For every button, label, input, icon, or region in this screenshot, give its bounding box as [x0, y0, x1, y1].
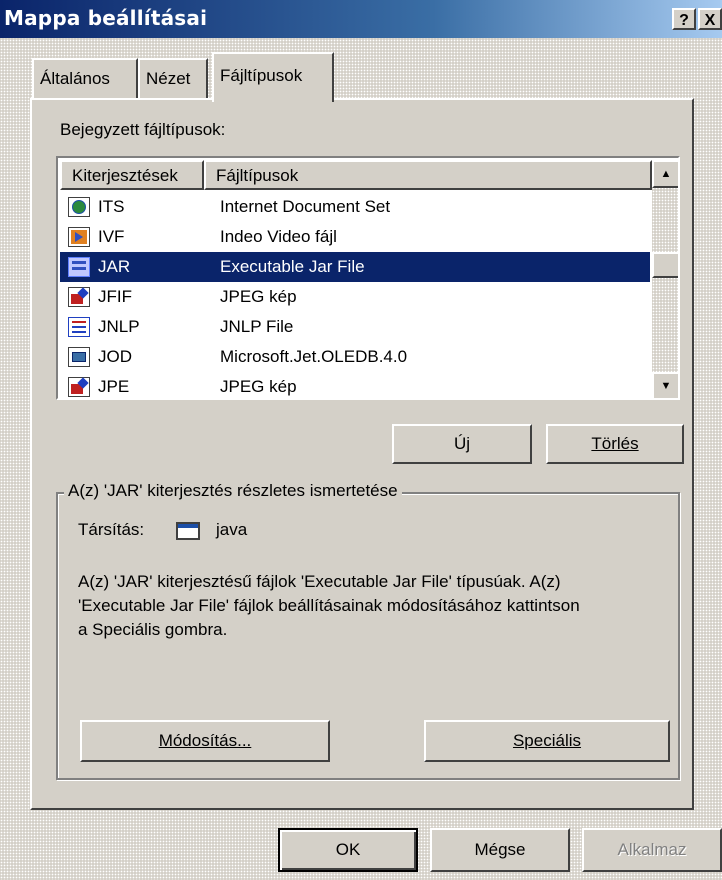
row-file-type: Microsoft.Jet.OLEDB.4.0: [220, 347, 408, 366]
row-file-type: JPEG kép: [220, 287, 297, 306]
row-extension: ITS: [98, 197, 125, 216]
registered-types-label: Bejegyzett fájltípusok:: [60, 120, 226, 139]
special-button-label: Speciális: [512, 731, 582, 750]
row-extension: JPE: [98, 377, 130, 396]
tab-file-types[interactable]: Fájltípusok: [212, 52, 334, 102]
list-item[interactable]: JFIF JPEG kép: [60, 282, 650, 312]
list-item-selected[interactable]: JAR Executable Jar File: [60, 252, 650, 282]
tab-file-types-label: Fájltípusok: [220, 66, 303, 85]
scroll-down-button[interactable]: ▼: [652, 372, 678, 398]
column-header-file-types[interactable]: Fájltípusok: [204, 160, 652, 190]
globe-doc-icon: [68, 197, 90, 217]
jod-file-icon: [68, 347, 90, 367]
delete-button[interactable]: Törlés: [546, 424, 684, 464]
window-title: Mappa beállításai: [4, 6, 208, 30]
row-file-type: Indeo Video fájl: [220, 227, 337, 246]
ok-button-label: OK: [335, 840, 361, 859]
list-item[interactable]: ITS Internet Document Set: [60, 192, 650, 222]
list-item[interactable]: JPE JPEG kép: [60, 372, 650, 398]
new-button-label: Új: [453, 434, 471, 453]
description-line: A(z) 'JAR' kiterjesztésű fájlok 'Executa…: [78, 572, 561, 591]
modify-button-label: Módosítás...: [158, 731, 252, 750]
cancel-button[interactable]: Mégse: [430, 828, 570, 872]
tab-view[interactable]: Nézet: [138, 58, 208, 100]
cancel-button-label: Mégse: [474, 840, 526, 859]
details-description: A(z) 'JAR' kiterjesztésű fájlok 'Executa…: [78, 570, 678, 642]
scroll-up-button[interactable]: ▲: [652, 160, 678, 188]
list-item[interactable]: IVF Indeo Video fájl: [60, 222, 650, 252]
tab-general[interactable]: Általános: [32, 58, 138, 100]
row-file-type: Internet Document Set: [220, 197, 391, 216]
apply-button: Alkalmaz: [582, 828, 722, 872]
modify-button[interactable]: Módosítás...: [80, 720, 330, 762]
application-window-icon: [176, 522, 200, 540]
list-item[interactable]: JOD Microsoft.Jet.OLEDB.4.0: [60, 342, 650, 372]
delete-button-label: Törlés: [591, 434, 639, 453]
ok-button[interactable]: OK: [278, 828, 418, 872]
apply-button-label: Alkalmaz: [617, 840, 687, 859]
file-types-list[interactable]: Kiterjesztések Fájltípusok ITS Internet …: [56, 156, 680, 400]
title-bar[interactable]: Mappa beállításai ? X: [0, 0, 722, 38]
jnlp-file-icon: [68, 317, 90, 337]
image-file-icon: [68, 377, 90, 397]
image-file-icon: [68, 287, 90, 307]
column-header-file-types-label: Fájltípusok: [216, 166, 299, 185]
row-extension: JFIF: [98, 287, 132, 306]
close-button[interactable]: X: [698, 8, 722, 30]
video-file-icon: [68, 227, 90, 247]
details-legend: A(z) 'JAR' kiterjesztés részletes ismert…: [64, 481, 402, 501]
row-extension: IVF: [98, 227, 125, 246]
tab-general-label: Általános: [40, 69, 110, 88]
row-extension: JNLP: [98, 317, 140, 336]
column-header-extensions[interactable]: Kiterjesztések: [60, 160, 204, 190]
association-value: java: [216, 520, 248, 539]
row-file-type: JNLP File: [220, 317, 294, 336]
tab-view-label: Nézet: [146, 69, 191, 88]
special-button[interactable]: Speciális: [424, 720, 670, 762]
row-extension: JAR: [98, 257, 131, 276]
row-extension: JOD: [98, 347, 132, 366]
list-item[interactable]: JNLP JNLP File: [60, 312, 650, 342]
association-label: Társítás:: [78, 520, 145, 539]
list-scrollbar[interactable]: ▲ ▼: [652, 160, 678, 398]
scroll-thumb[interactable]: [652, 252, 678, 278]
description-line: a Speciális gombra.: [78, 620, 228, 639]
new-button[interactable]: Új: [392, 424, 532, 464]
help-button[interactable]: ?: [672, 8, 696, 30]
row-file-type: JPEG kép: [220, 377, 297, 396]
description-line: 'Executable Jar File' fájlok beállításai…: [78, 596, 580, 615]
row-file-type: Executable Jar File: [220, 257, 365, 276]
jar-file-icon: [68, 257, 90, 277]
column-header-extensions-label: Kiterjesztések: [72, 166, 178, 185]
